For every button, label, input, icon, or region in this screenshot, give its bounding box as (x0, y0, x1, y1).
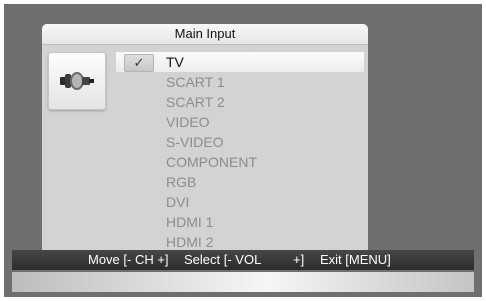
select-hint-end: +] (293, 252, 305, 267)
input-item-hdmi-2[interactable]: HDMI 2 (116, 232, 364, 252)
select-hint: Select [- VOL (184, 252, 262, 267)
input-item-scart-2[interactable]: SCART 2 (116, 92, 364, 112)
navigation-help-bar: Move [- CH +] Select [- VOL +] Exit [MEN… (12, 250, 474, 270)
exit-hint: Exit [MENU] (320, 252, 391, 267)
input-connector-icon (48, 52, 106, 110)
input-item-label: S-VIDEO (166, 134, 224, 150)
panel-title: Main Input (42, 24, 368, 45)
tv-screen: Main Input ✓ TV SCART 1 SCART 2 VIDEO S-… (4, 4, 482, 297)
input-item-s-video[interactable]: S-VIDEO (116, 132, 364, 152)
input-source-list: ✓ TV SCART 1 SCART 2 VIDEO S-VIDEO COMPO… (116, 52, 364, 252)
input-item-label: SCART 2 (166, 94, 225, 110)
move-hint: Move [- CH +] (88, 252, 169, 267)
input-item-video[interactable]: VIDEO (116, 112, 364, 132)
main-input-panel: Main Input ✓ TV SCART 1 SCART 2 VIDEO S-… (42, 24, 368, 258)
input-item-tv[interactable]: ✓ TV (116, 52, 364, 72)
input-item-scart-1[interactable]: SCART 1 (116, 72, 364, 92)
checkmark-icon: ✓ (124, 54, 154, 72)
input-item-label: VIDEO (166, 114, 210, 130)
input-item-hdmi-1[interactable]: HDMI 1 (116, 212, 364, 232)
input-item-label: TV (166, 54, 184, 70)
input-item-label: HDMI 2 (166, 234, 214, 250)
input-item-component[interactable]: COMPONENT (116, 152, 364, 172)
bottom-glow-bar (12, 272, 474, 292)
input-item-rgb[interactable]: RGB (116, 172, 364, 192)
input-item-label: DVI (166, 194, 190, 210)
input-item-label: SCART 1 (166, 74, 225, 90)
input-item-dvi[interactable]: DVI (116, 192, 364, 212)
input-item-label: RGB (166, 174, 197, 190)
input-item-label: COMPONENT (166, 154, 257, 170)
input-item-label: HDMI 1 (166, 214, 214, 230)
